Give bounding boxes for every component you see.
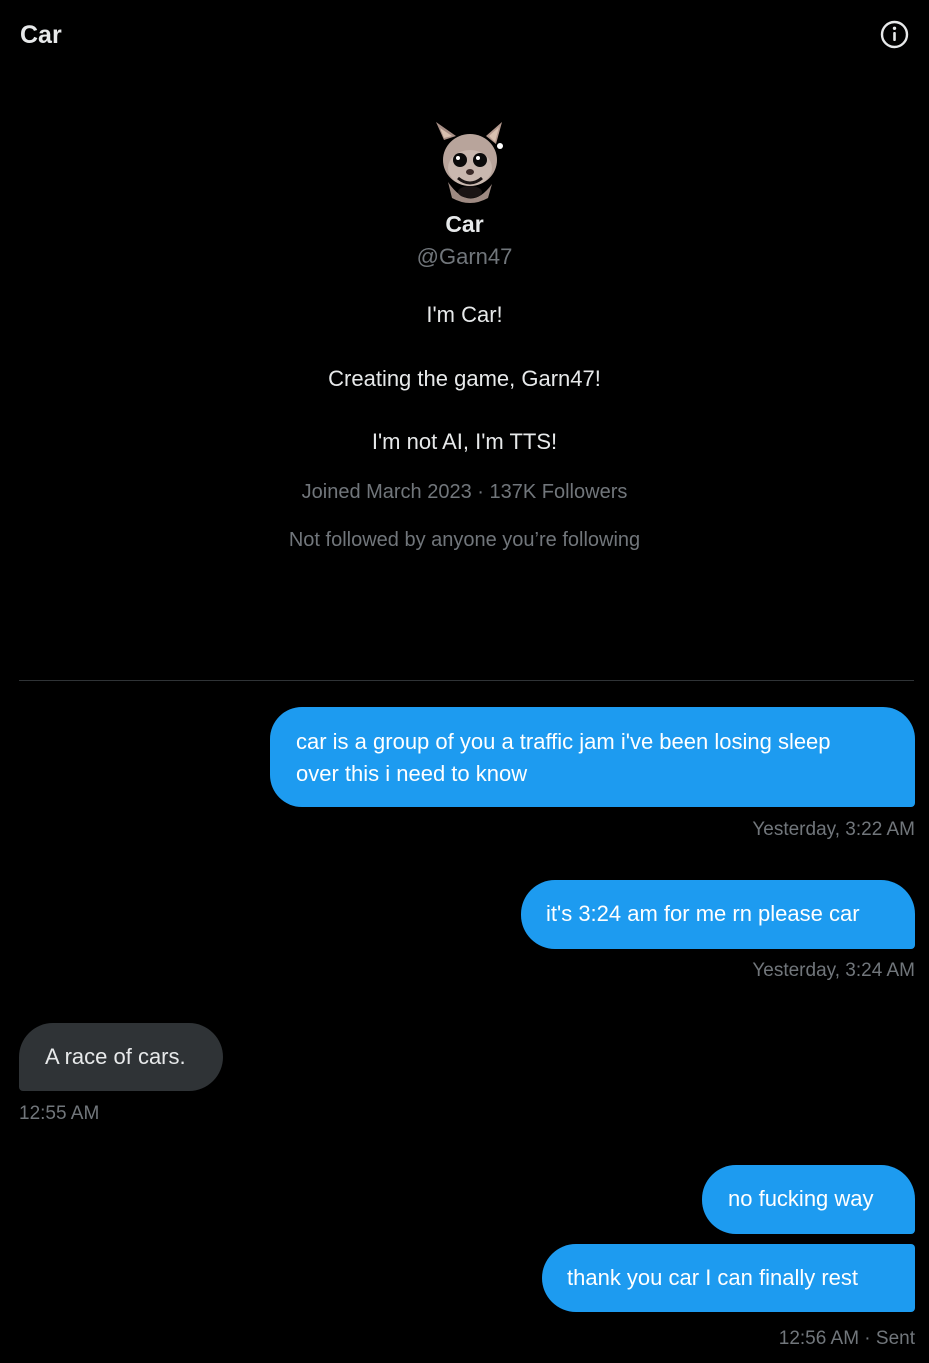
- message-text: A race of cars.: [45, 1044, 186, 1069]
- message-bubble-sent[interactable]: car is a group of you a traffic jam i've…: [270, 707, 915, 807]
- message-bubble-received[interactable]: A race of cars.: [19, 1023, 223, 1091]
- conversation-title: Car: [20, 21, 62, 49]
- bio-line: I'm not AI, I'm TTS!: [371, 429, 558, 454]
- followed-by-note: Not followed by anyone you’re following: [288, 529, 641, 551]
- bio-line: I'm Car!: [426, 302, 503, 327]
- profile-handle[interactable]: @Garn47: [0, 243, 929, 271]
- divider: [19, 680, 914, 681]
- avatar[interactable]: [430, 118, 510, 210]
- profile-name[interactable]: Car: [0, 210, 929, 238]
- message-text: over this i need to know: [296, 761, 528, 786]
- message-text: it's 3:24 am for me rn please car: [546, 901, 860, 926]
- message-bubble-sent[interactable]: thank you car I can finally rest: [542, 1244, 915, 1312]
- message-text: car is a group of you a traffic jam i've…: [296, 729, 831, 754]
- bio-line: Creating the game, Garn47!: [328, 366, 601, 391]
- message-timestamp: 12:55 AM: [19, 1103, 100, 1124]
- message-text: thank you car I can finally rest: [567, 1265, 859, 1290]
- info-button[interactable]: [879, 19, 910, 50]
- message-timestamp: Yesterday, 3:22 AM: [752, 819, 915, 840]
- conversation-header: Car: [0, 0, 929, 70]
- message-timestamp: Yesterday, 3:24 AM: [752, 960, 915, 981]
- message-bubble-sent[interactable]: it's 3:24 am for me rn please car: [521, 880, 915, 949]
- message-text: no fucking way: [728, 1186, 874, 1211]
- info-circle-icon: [880, 20, 909, 49]
- joined-followers: Joined March 2023 · 137K Followers: [301, 481, 628, 503]
- message-timestamp: 12:56 AM · Sent: [778, 1328, 915, 1349]
- cartoon-cat-avatar-image: [436, 122, 503, 203]
- message-bubble-sent[interactable]: no fucking way: [702, 1165, 915, 1234]
